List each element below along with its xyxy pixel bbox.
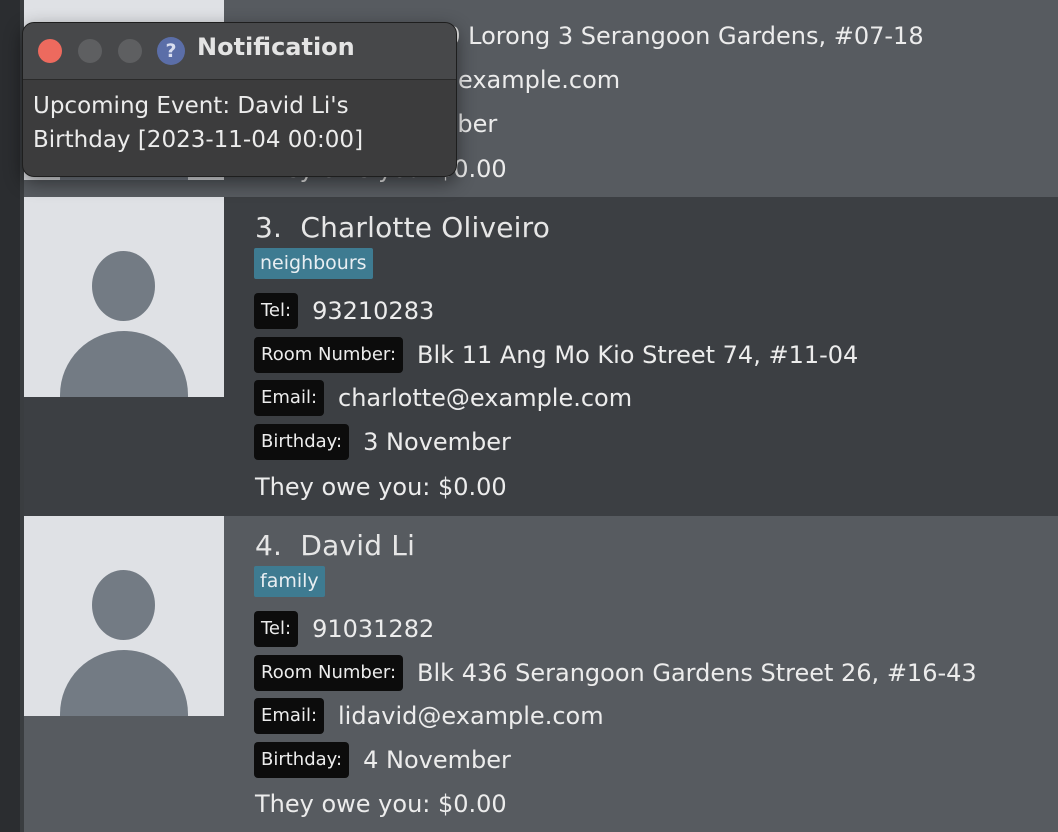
avatar <box>24 197 224 397</box>
email-label: Email: <box>254 698 325 734</box>
person-card[interactable]: 3. Charlotte Oliveiro neighbours Tel: 93… <box>24 197 1058 516</box>
notification-title: Notification <box>197 33 355 61</box>
birthday-row: Birthday: 4 November <box>254 742 511 778</box>
email-label: Email: <box>254 380 325 416</box>
tel-label: Tel: <box>254 611 299 647</box>
birthday-value: 4 November <box>363 746 511 774</box>
email-value: charlotte@example.com <box>338 384 633 412</box>
person-name-text: David Li <box>300 529 416 562</box>
person-index: 3. <box>255 211 283 244</box>
person-card[interactable]: 4. David Li family Tel: 91031282 Room Nu… <box>24 516 1058 832</box>
help-icon: ? <box>157 37 185 65</box>
birthday-row: Birthday: 3 November <box>254 424 511 460</box>
room-value: Blk 436 Serangoon Gardens Street 26, #16… <box>417 659 977 687</box>
birthday-value: 3 November <box>363 428 511 456</box>
email-row: Email: lidavid@example.com <box>254 698 604 734</box>
birthday-label: Birthday: <box>254 742 350 778</box>
room-value: Blk 11 Ang Mo Kio Street 74, #11-04 <box>417 341 859 369</box>
email-row: Email: charlotte@example.com <box>254 380 632 416</box>
tag-badge: neighbours <box>254 248 373 279</box>
room-label: Room Number: <box>254 655 404 691</box>
person-name: 4. David Li <box>255 529 415 562</box>
birthday-label: Birthday: <box>254 424 350 460</box>
tel-row: Tel: 91031282 <box>254 611 434 647</box>
tel-label: Tel: <box>254 293 299 329</box>
tel-row: Tel: 93210283 <box>254 293 434 329</box>
window-edge <box>0 0 24 832</box>
tag-badge: family <box>254 566 325 597</box>
notification-window[interactable]: ? Notification Upcoming Event: David Li'… <box>22 22 457 177</box>
person-name-text: Charlotte Oliveiro <box>300 211 551 244</box>
title-bar[interactable]: ? Notification <box>23 23 456 80</box>
avatar <box>24 516 224 716</box>
email-value: @example.com <box>434 66 621 94</box>
close-button[interactable] <box>38 39 62 63</box>
maximize-button[interactable] <box>118 39 142 63</box>
owe-text: They owe you: $0.00 <box>255 473 507 501</box>
tel-value: 93210283 <box>312 297 435 325</box>
room-label: Room Number: <box>254 337 404 373</box>
room-row: Room Number: Blk 436 Serangoon Gardens S… <box>254 655 977 691</box>
tel-value: 91031282 <box>312 615 435 643</box>
minimize-button[interactable] <box>78 39 102 63</box>
room-row: Room Number: Blk 11 Ang Mo Kio Street 74… <box>254 337 858 373</box>
notification-message: Upcoming Event: David Li's Birthday [202… <box>33 93 364 153</box>
address-value: 30 Lorong 3 Serangoon Gardens, #07-18 <box>430 22 924 50</box>
owe-text: They owe you: $0.00 <box>255 790 507 818</box>
person-name: 3. Charlotte Oliveiro <box>255 211 550 244</box>
email-value: lidavid@example.com <box>338 702 604 730</box>
person-index: 4. <box>255 529 283 562</box>
